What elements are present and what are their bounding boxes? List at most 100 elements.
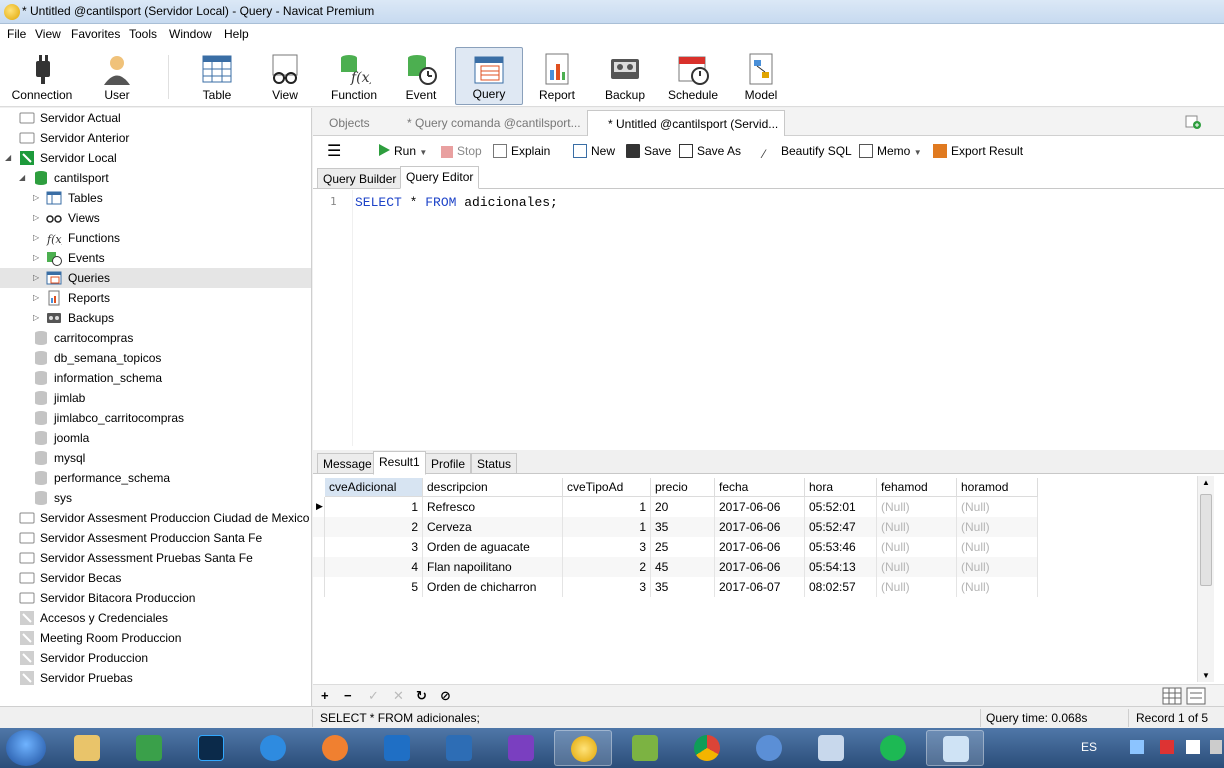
sql-editor[interactable]: 1 SELECT * FROM adicionales;	[313, 190, 1224, 446]
table-cell[interactable]: 08:02:57	[805, 577, 877, 597]
tree-queries[interactable]: ▷ Queries	[0, 268, 311, 288]
table-cell[interactable]: 2	[325, 517, 423, 537]
form-view-icon[interactable]	[1186, 687, 1206, 705]
tab-result1[interactable]: Result1	[373, 451, 426, 475]
collapsed-arrow-icon[interactable]: ▷	[33, 253, 41, 263]
tray-network-icon[interactable]	[1130, 740, 1144, 754]
taskbar-media-center[interactable]	[306, 730, 364, 766]
table-cell[interactable]: 2	[563, 557, 651, 577]
tree-db-item[interactable]: sys	[0, 488, 311, 508]
table-cell[interactable]: 05:53:46	[805, 537, 877, 557]
table-cell[interactable]: 2017-06-06	[715, 557, 805, 577]
add-record-icon[interactable]: +	[321, 688, 329, 703]
new-query-button[interactable]: New	[573, 144, 615, 158]
expanded-arrow-icon[interactable]: ◢	[19, 173, 27, 183]
collapsed-arrow-icon[interactable]: ▷	[33, 233, 41, 243]
table-cell[interactable]: (Null)	[957, 537, 1038, 557]
table-cell[interactable]: 2017-06-06	[715, 497, 805, 517]
explain-button[interactable]: Explain	[493, 144, 550, 158]
connection-button[interactable]: Connection	[4, 47, 80, 105]
collapsed-arrow-icon[interactable]: ▷	[33, 293, 41, 303]
table-row[interactable]: 4 Flan napoilitano 2 45 2017-06-06 05:54…	[313, 557, 1038, 577]
tree-db-item[interactable]: jimlab	[0, 388, 311, 408]
collapsed-arrow-icon[interactable]: ▷	[33, 213, 41, 223]
tree-server-item[interactable]: Servidor Bitacora Produccion	[0, 588, 311, 608]
column-header[interactable]: hora	[805, 478, 877, 497]
table-cell[interactable]: 3	[563, 537, 651, 557]
table-cell[interactable]: (Null)	[877, 517, 957, 537]
table-cell[interactable]: (Null)	[877, 537, 957, 557]
tree-db-item[interactable]: information_schema	[0, 368, 311, 388]
tree-server-item[interactable]: Servidor Produccion	[0, 648, 311, 668]
taskbar-chromium[interactable]	[740, 730, 798, 766]
tab-query-builder[interactable]: Query Builder	[317, 168, 403, 189]
tab-profile[interactable]: Profile	[425, 453, 472, 474]
export-result-button[interactable]: Export Result	[933, 144, 1023, 158]
tab-query-editor[interactable]: Query Editor	[400, 166, 480, 189]
column-header[interactable]: horamod	[957, 478, 1038, 497]
tray-flag-icon[interactable]	[1186, 740, 1200, 754]
hamburger-menu-icon[interactable]: ☰	[327, 141, 341, 161]
tree-tables[interactable]: ▷ Tables	[0, 188, 311, 208]
tree-server-local[interactable]: ◢ Servidor Local	[0, 148, 311, 168]
save-as-button[interactable]: Save As	[679, 144, 741, 158]
table-cell[interactable]: 35	[651, 517, 715, 537]
run-button[interactable]: Run ▼	[379, 144, 427, 158]
taskbar-contacts[interactable]	[802, 730, 860, 766]
table-cell[interactable]: (Null)	[957, 557, 1038, 577]
table-cell[interactable]: 25	[651, 537, 715, 557]
memo-button[interactable]: Memo ▼	[859, 144, 922, 158]
table-cell[interactable]: 5	[325, 577, 423, 597]
query-button[interactable]: Query	[455, 47, 523, 105]
sql-code-line[interactable]: SELECT * FROM adicionales;	[355, 195, 558, 210]
table-cell[interactable]: 05:52:47	[805, 517, 877, 537]
taskbar-outlook[interactable]	[368, 730, 426, 766]
table-cell[interactable]: (Null)	[957, 577, 1038, 597]
tree-db-item[interactable]: mysql	[0, 448, 311, 468]
menu-favorites[interactable]: Favorites	[71, 27, 120, 41]
scroll-down-icon[interactable]: ▼	[1202, 671, 1210, 680]
schedule-button[interactable]: Schedule	[660, 47, 726, 105]
backup-button[interactable]: Backup	[594, 47, 656, 105]
table-cell[interactable]: (Null)	[957, 517, 1038, 537]
view-button[interactable]: View	[252, 47, 318, 105]
column-header[interactable]: fehamod	[877, 478, 957, 497]
table-cell[interactable]: 2017-06-07	[715, 577, 805, 597]
table-cell[interactable]: 1	[563, 517, 651, 537]
taskbar-ie[interactable]	[244, 730, 302, 766]
grid-view-icon[interactable]	[1162, 687, 1182, 705]
menu-help[interactable]: Help	[224, 27, 249, 41]
table-cell[interactable]: 2017-06-06	[715, 537, 805, 557]
tree-functions[interactable]: ▷ f(x) Functions	[0, 228, 311, 248]
expanded-arrow-icon[interactable]: ◢	[5, 153, 13, 163]
language-indicator[interactable]: ES	[1081, 740, 1097, 754]
model-button[interactable]: Model	[728, 47, 794, 105]
table-row[interactable]: ▶ 1 Refresco 1 20 2017-06-06 05:52:01 (N…	[313, 497, 1038, 517]
collapsed-arrow-icon[interactable]: ▷	[33, 193, 41, 203]
grid-vertical-scrollbar[interactable]: ▲ ▼	[1197, 476, 1214, 682]
tree-db-item[interactable]: performance_schema	[0, 468, 311, 488]
table-cell[interactable]: 3	[563, 577, 651, 597]
tree-db-item[interactable]: db_semana_topicos	[0, 348, 311, 368]
tree-reports[interactable]: ▷ Reports	[0, 288, 311, 308]
tree-server-anterior[interactable]: Servidor Anterior	[0, 128, 311, 148]
table-cell[interactable]: Orden de aguacate	[423, 537, 563, 557]
table-cell[interactable]: 20	[651, 497, 715, 517]
tree-server-item[interactable]: Servidor Assessment Pruebas Santa Fe	[0, 548, 311, 568]
table-cell[interactable]: 3	[325, 537, 423, 557]
table-cell[interactable]: Refresco	[423, 497, 563, 517]
taskbar-notes[interactable]	[926, 730, 984, 766]
scroll-up-icon[interactable]: ▲	[1202, 478, 1210, 487]
column-header[interactable]: cveAdicional	[325, 478, 423, 497]
menu-file[interactable]: File	[7, 27, 26, 41]
beautify-sql-button[interactable]: ⁄ Beautify SQL	[763, 144, 852, 161]
column-header[interactable]: precio	[651, 478, 715, 497]
tray-volume-icon[interactable]	[1210, 740, 1222, 754]
stop-loading-icon[interactable]: ⊘	[440, 688, 451, 704]
menu-tools[interactable]: Tools	[129, 27, 157, 41]
tree-events[interactable]: ▷ Events	[0, 248, 311, 268]
column-header[interactable]: cveTipoAd	[563, 478, 651, 497]
run-dropdown-chevron-icon[interactable]: ▼	[419, 148, 427, 157]
taskbar-media[interactable]	[120, 730, 178, 766]
table-cell[interactable]: 1	[563, 497, 651, 517]
